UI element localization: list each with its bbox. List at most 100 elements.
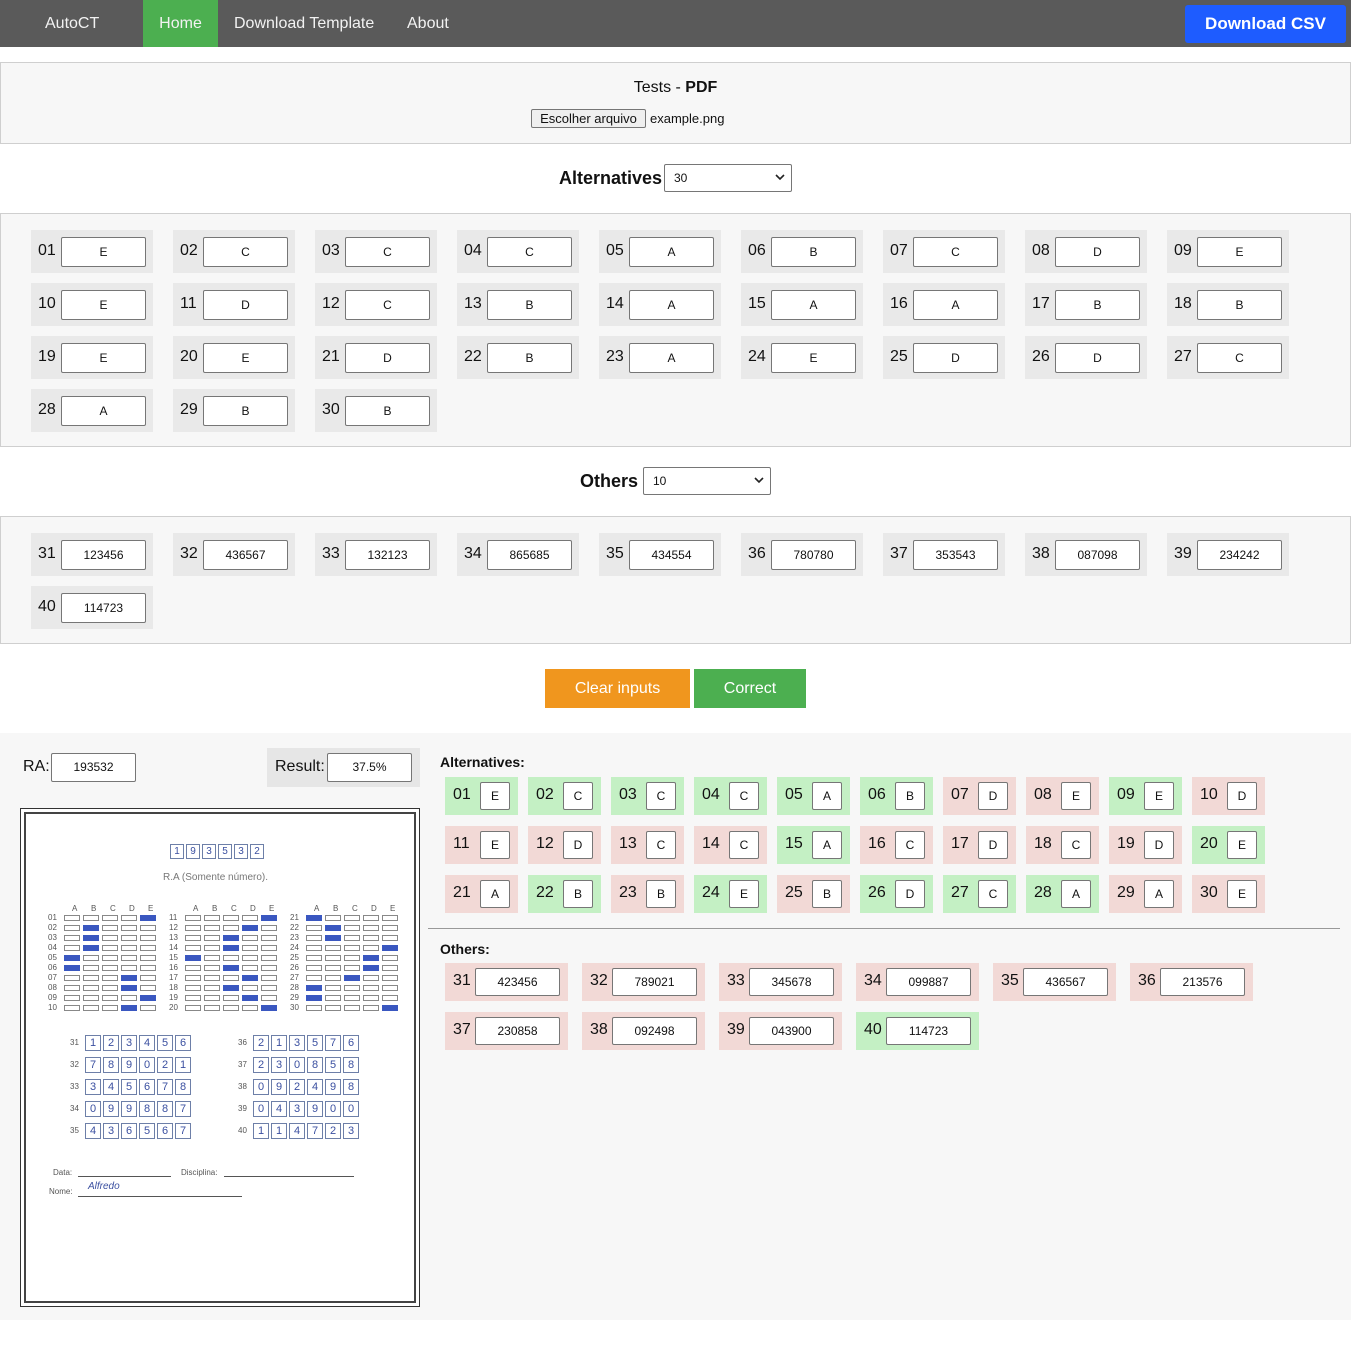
- alternative-key-answer-input[interactable]: C: [345, 290, 430, 320]
- clear-inputs-button[interactable]: Clear inputs: [545, 669, 690, 708]
- sheet-numeric-digit: 6: [343, 1035, 359, 1051]
- alternative-key-answer-input[interactable]: D: [345, 343, 430, 373]
- alternative-key-answer-input[interactable]: D: [913, 343, 998, 373]
- alternative-key-answer-input[interactable]: E: [771, 343, 856, 373]
- other-key-answer-input[interactable]: 087098: [1055, 540, 1140, 570]
- alternative-key-answer-input[interactable]: A: [629, 343, 714, 373]
- result-other-answer[interactable]: 230858: [475, 1017, 560, 1045]
- choose-file-button[interactable]: Escolher arquivo: [531, 109, 646, 128]
- other-key-answer-input[interactable]: 123456: [61, 540, 146, 570]
- alternative-key-answer-input[interactable]: B: [1055, 290, 1140, 320]
- other-key-answer-input[interactable]: 436567: [203, 540, 288, 570]
- result-alternative-answer[interactable]: C: [895, 831, 925, 859]
- result-alternative-answer[interactable]: B: [646, 880, 676, 908]
- result-alternative-answer[interactable]: D: [1227, 782, 1257, 810]
- alternatives-count-select[interactable]: 30: [664, 164, 792, 192]
- result-alternative-answer[interactable]: C: [563, 782, 593, 810]
- result-score-input[interactable]: 37.5%: [327, 753, 412, 782]
- result-alternative-answer[interactable]: E: [1061, 782, 1091, 810]
- result-alternative-answer[interactable]: A: [1144, 880, 1174, 908]
- result-alternative-answer[interactable]: A: [1061, 880, 1091, 908]
- alternative-key-item: 07 C: [883, 230, 1005, 273]
- result-other-answer[interactable]: 114723: [886, 1017, 971, 1045]
- result-alternative-answer[interactable]: C: [1061, 831, 1091, 859]
- result-other-number: 38: [590, 1021, 608, 1038]
- result-alternative-answer[interactable]: E: [480, 782, 510, 810]
- other-key-answer-input[interactable]: 780780: [771, 540, 856, 570]
- result-other-answer[interactable]: 092498: [612, 1017, 697, 1045]
- result-alternative-answer[interactable]: B: [812, 880, 842, 908]
- result-other-answer[interactable]: 213576: [1160, 968, 1245, 996]
- alternative-key-answer-input[interactable]: C: [487, 237, 572, 267]
- result-alternative-answer[interactable]: D: [978, 831, 1008, 859]
- nav-download-template-link[interactable]: Download Template: [218, 0, 390, 47]
- result-other-answer[interactable]: 043900: [749, 1017, 834, 1045]
- other-key-answer-input[interactable]: 353543: [913, 540, 998, 570]
- alternative-key-answer-input[interactable]: B: [487, 343, 572, 373]
- result-alternative-answer[interactable]: D: [895, 880, 925, 908]
- alternative-key-answer-input[interactable]: B: [487, 290, 572, 320]
- ra-input[interactable]: 193532: [51, 753, 136, 782]
- result-alternative-answer[interactable]: B: [563, 880, 593, 908]
- sheet-bubble: [121, 965, 137, 971]
- sheet-bubble: [261, 935, 277, 941]
- other-key-answer-input[interactable]: 865685: [487, 540, 572, 570]
- alternative-key-answer-input[interactable]: C: [345, 237, 430, 267]
- others-count-select[interactable]: 10: [643, 467, 771, 495]
- nav-home-link[interactable]: Home: [143, 0, 218, 47]
- other-key-answer-input[interactable]: 434554: [629, 540, 714, 570]
- alternative-key-answer-input[interactable]: B: [203, 396, 288, 426]
- alternative-key-answer-input[interactable]: D: [1055, 343, 1140, 373]
- result-alternative-answer[interactable]: C: [729, 782, 759, 810]
- result-other-answer[interactable]: 789021: [612, 968, 697, 996]
- result-alternative-answer[interactable]: B: [895, 782, 925, 810]
- result-alternative-answer[interactable]: E: [1227, 880, 1257, 908]
- result-alternative-answer[interactable]: E: [480, 831, 510, 859]
- alternative-key-answer-input[interactable]: A: [629, 237, 714, 267]
- result-other-answer[interactable]: 423456: [475, 968, 560, 996]
- result-alternative-answer[interactable]: A: [812, 831, 842, 859]
- result-alternative-answer[interactable]: D: [563, 831, 593, 859]
- alternative-key-answer-input[interactable]: C: [1197, 343, 1282, 373]
- alternative-key-answer-input[interactable]: A: [61, 396, 146, 426]
- alternative-key-answer-input[interactable]: E: [1197, 237, 1282, 267]
- alternative-key-answer-input[interactable]: A: [913, 290, 998, 320]
- alternative-key-answer-input[interactable]: E: [61, 343, 146, 373]
- result-alternative-answer[interactable]: C: [978, 880, 1008, 908]
- result-alternative-answer[interactable]: D: [1144, 831, 1174, 859]
- alternative-key-answer-input[interactable]: E: [61, 290, 146, 320]
- other-key-answer-input[interactable]: 114723: [61, 593, 146, 623]
- correct-button[interactable]: Correct: [694, 669, 806, 708]
- sheet-bubble: [121, 955, 137, 961]
- other-key-answer-input[interactable]: 234242: [1197, 540, 1282, 570]
- alternative-key-answer-input[interactable]: B: [1197, 290, 1282, 320]
- alternative-key-answer-input[interactable]: C: [913, 237, 998, 267]
- nav-about-link[interactable]: About: [391, 0, 465, 47]
- result-alternative-answer[interactable]: E: [729, 880, 759, 908]
- result-alternative-answer[interactable]: A: [480, 880, 510, 908]
- result-alternative-answer[interactable]: D: [978, 782, 1008, 810]
- result-alternative-answer[interactable]: C: [646, 831, 676, 859]
- result-alternative-answer[interactable]: A: [812, 782, 842, 810]
- alternative-key-answer-input[interactable]: B: [771, 237, 856, 267]
- alternative-key-answer-input[interactable]: A: [629, 290, 714, 320]
- result-alternative-answer[interactable]: C: [729, 831, 759, 859]
- result-other-answer[interactable]: 436567: [1023, 968, 1108, 996]
- result-alternative-answer[interactable]: E: [1144, 782, 1174, 810]
- alternative-key-answer-input[interactable]: C: [203, 237, 288, 267]
- alternative-key-answer-input[interactable]: D: [203, 290, 288, 320]
- brand-logo[interactable]: AutoCT: [45, 0, 99, 47]
- other-key-answer-input[interactable]: 132123: [345, 540, 430, 570]
- alternative-key-answer-input[interactable]: B: [345, 396, 430, 426]
- sheet-numeric-digit: 3: [289, 1101, 305, 1117]
- download-csv-button[interactable]: Download CSV: [1185, 5, 1346, 43]
- result-other-answer[interactable]: 345678: [749, 968, 834, 996]
- sheet-numeric-digit: 6: [175, 1035, 191, 1051]
- alternative-key-answer-input[interactable]: A: [771, 290, 856, 320]
- alternative-key-answer-input[interactable]: E: [61, 237, 146, 267]
- result-alternative-answer[interactable]: E: [1227, 831, 1257, 859]
- alternative-key-answer-input[interactable]: D: [1055, 237, 1140, 267]
- result-alternative-answer[interactable]: C: [646, 782, 676, 810]
- result-other-answer[interactable]: 099887: [886, 968, 971, 996]
- alternative-key-answer-input[interactable]: E: [203, 343, 288, 373]
